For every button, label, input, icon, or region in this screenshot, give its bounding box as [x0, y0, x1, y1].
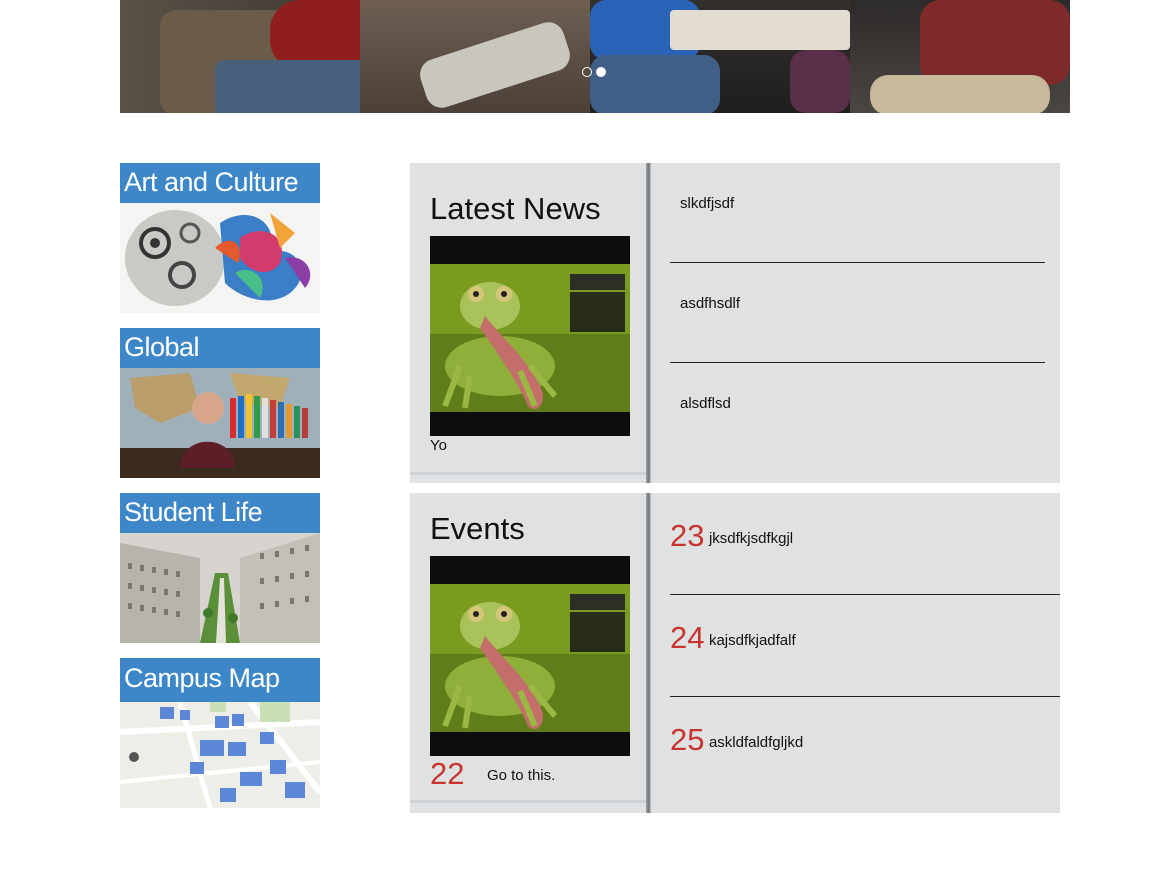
- tile-label: Global: [120, 328, 320, 368]
- hero-photo-segment: [360, 0, 590, 113]
- event-separator: [670, 594, 1060, 595]
- tile-art-and-culture[interactable]: Art and Culture: [120, 163, 320, 313]
- latest-news-panel: Latest News Yo slkdfjsdf asdfhsdlf alsdf…: [410, 163, 1060, 483]
- event-title: kajsdfkjadfalf: [708, 632, 796, 649]
- latest-news-caption[interactable]: Yo: [430, 437, 447, 454]
- event-day: 25: [670, 722, 705, 757]
- event-item[interactable]: 25 askldfaldfgljkd: [670, 722, 803, 758]
- events-heading: Events: [430, 511, 525, 546]
- news-item[interactable]: alsdflsd: [680, 395, 731, 412]
- event-day: 23: [670, 518, 705, 553]
- event-item[interactable]: 24 kajsdfkjadfalf: [670, 620, 796, 656]
- tile-campus-map[interactable]: Campus Map: [120, 658, 320, 808]
- tile-student-life[interactable]: Student Life: [120, 493, 320, 643]
- global-image: [120, 368, 320, 478]
- hero-photo-segment: [120, 0, 400, 113]
- event-day: 22: [430, 756, 465, 791]
- latest-news-heading: Latest News: [430, 191, 601, 226]
- featured-event[interactable]: 22 Go to this.: [430, 756, 555, 792]
- news-separator: [670, 262, 1045, 263]
- news-separator: [670, 362, 1045, 363]
- event-day: 24: [670, 620, 705, 655]
- panel-divider: [646, 493, 651, 813]
- slider-dot-2[interactable]: [596, 67, 606, 77]
- event-separator: [670, 696, 1060, 697]
- panel-divider: [646, 163, 651, 483]
- tile-global[interactable]: Global: [120, 328, 320, 478]
- event-title: askldfaldfgljkd: [708, 734, 804, 751]
- hero-banner: [120, 0, 1070, 113]
- hero-photo-segment: [590, 0, 850, 113]
- latest-news-feature: Latest News Yo: [410, 163, 648, 483]
- slider-pagination: [582, 67, 606, 77]
- event-title: Go to this.: [486, 767, 556, 784]
- panel-edge: [410, 472, 648, 475]
- tile-label: Student Life: [120, 493, 320, 533]
- frog-thumbnail-image[interactable]: [430, 236, 630, 436]
- tile-label: Campus Map: [120, 658, 320, 702]
- panel-edge: [410, 800, 648, 803]
- frog-thumbnail-image[interactable]: [430, 556, 630, 756]
- campus-map-image: [120, 702, 320, 808]
- student-life-image: [120, 533, 320, 643]
- news-item[interactable]: asdfhsdlf: [680, 295, 740, 312]
- slider-dot-1[interactable]: [582, 67, 592, 77]
- event-title: jksdfkjsdfkgjl: [708, 530, 794, 547]
- tile-label: Art and Culture: [120, 163, 320, 203]
- events-feature: Events 22 Go to this.: [410, 493, 648, 813]
- news-item[interactable]: slkdfjsdf: [680, 195, 734, 212]
- event-item[interactable]: 23 jksdfkjsdfkgjl: [670, 518, 793, 554]
- events-panel: Events 22 Go to this. 23 jksdfkjsdfkgjl …: [410, 493, 1060, 813]
- art-and-culture-image: [120, 203, 320, 313]
- hero-photo-segment: [850, 0, 1070, 113]
